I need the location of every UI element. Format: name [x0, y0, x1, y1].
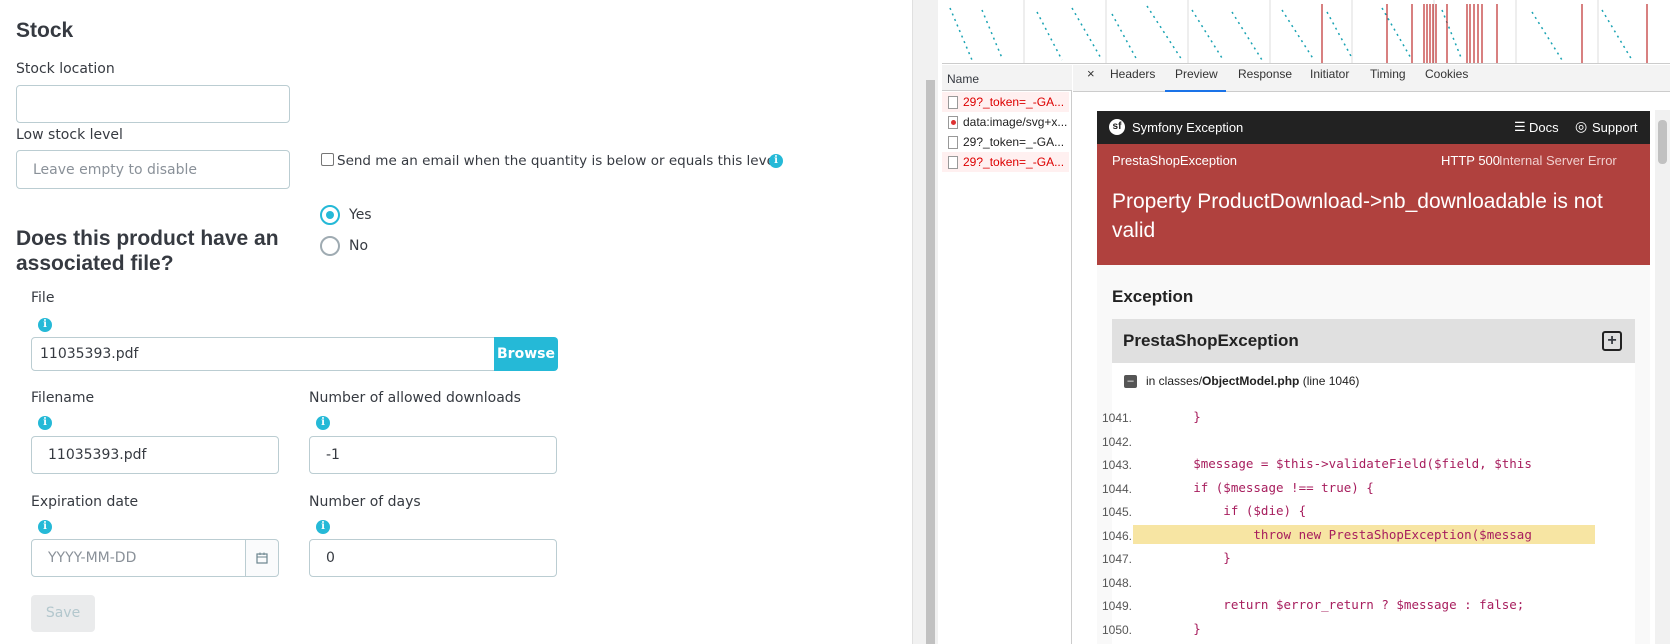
line-number: 1047. — [1101, 552, 1132, 566]
radio-yes[interactable] — [320, 205, 340, 225]
line-number: 1043. — [1101, 458, 1132, 472]
radio-yes-label[interactable]: Yes — [349, 207, 372, 223]
stock-location-input[interactable] — [16, 85, 290, 123]
name-column-header[interactable]: Name — [947, 72, 979, 86]
days-input[interactable]: 0 — [309, 539, 557, 577]
code-line: } — [1133, 550, 1231, 565]
exception-banner: PrestaShopException HTTP 500 Internal Se… — [1097, 144, 1650, 265]
expiration-date-input[interactable]: YYYY-MM-DD — [31, 539, 246, 577]
line-number: 1049. — [1101, 599, 1132, 613]
allowed-downloads-label: Number of allowed downloads — [309, 390, 521, 406]
code-line: throw new PrestaShopException($messag — [1133, 526, 1532, 542]
active-tab-indicator — [1165, 90, 1226, 92]
email-alert-label[interactable]: Send me an email when the quantity is be… — [337, 153, 779, 169]
file-label: File — [31, 290, 55, 306]
email-alert-checkbox[interactable] — [321, 153, 334, 166]
expiration-label: Expiration date — [31, 494, 139, 510]
code-line: if ($message !== true) { — [1133, 479, 1374, 495]
http-code: HTTP 500 — [1441, 153, 1501, 168]
exception-class: PrestaShopException — [1112, 153, 1238, 168]
tab-response[interactable]: Response — [1238, 67, 1292, 81]
collapse-icon[interactable]: – — [1124, 375, 1137, 388]
image-icon — [948, 116, 958, 129]
tab-timing[interactable]: Timing — [1370, 67, 1406, 81]
line-number: 1044. — [1101, 481, 1132, 496]
trace-header[interactable]: PrestaShopException + — [1112, 319, 1635, 363]
close-icon[interactable]: × — [1087, 66, 1095, 81]
browse-button[interactable]: Browse — [494, 337, 558, 371]
symfony-logo-icon: sf — [1109, 119, 1125, 135]
http-text: Internal Server Error — [1499, 153, 1617, 168]
request-list-header: Name — [942, 65, 1072, 91]
info-icon: i — [316, 520, 330, 534]
code-line: return $error_return ? $message : false; — [1133, 597, 1525, 612]
support-icon: ◎ — [1575, 118, 1588, 134]
line-number: 1048. — [1101, 575, 1132, 590]
request-row[interactable]: 29?_token=_-GA... — [942, 152, 1069, 172]
tab-initiator[interactable]: Initiator — [1310, 67, 1349, 81]
trace-title: PrestaShopException — [1123, 331, 1299, 350]
tab-preview[interactable]: Preview — [1175, 67, 1218, 81]
scrollbar-thumb[interactable] — [926, 80, 935, 644]
preview-scrollbar-thumb[interactable] — [1658, 120, 1667, 164]
request-name: data:image/svg+x... — [963, 115, 1068, 129]
filename-input[interactable]: 11035393.pdf — [31, 436, 279, 474]
document-icon — [948, 156, 958, 169]
support-link[interactable]: Support — [1592, 120, 1638, 135]
network-waterfall — [942, 0, 1670, 64]
docs-icon: ☰ — [1514, 119, 1526, 134]
preview-scrollbar[interactable] — [1655, 110, 1670, 644]
info-icon: i — [38, 416, 52, 430]
code-line: if ($die) { — [1133, 503, 1307, 518]
low-stock-label: Low stock level — [16, 127, 123, 143]
info-icon: i — [38, 520, 52, 534]
line-number: 1041. — [1101, 411, 1132, 425]
filename-label: Filename — [31, 390, 95, 406]
document-icon — [948, 136, 958, 149]
line-number: 1042. — [1101, 434, 1132, 449]
code-line: $message = $this->validateField($field, … — [1133, 456, 1532, 471]
code-line: } — [1133, 409, 1201, 424]
request-row[interactable]: data:image/svg+x... — [942, 112, 1069, 132]
request-name: 29?_token=_-GA... — [963, 135, 1065, 149]
calendar-icon — [256, 552, 268, 564]
request-row[interactable]: 29?_token=_-GA... — [942, 92, 1069, 112]
line-number: 1046. — [1101, 528, 1132, 543]
allowed-downloads-input[interactable]: -1 — [309, 436, 557, 474]
page-scrollbar[interactable] — [912, 0, 938, 644]
days-label: Number of days — [309, 494, 421, 510]
symfony-brand: Symfony Exception — [1132, 120, 1244, 135]
line-number: 1050. — [1101, 622, 1132, 637]
file-input[interactable]: 11035393.pdf — [31, 337, 495, 371]
symfony-header: sf Symfony Exception ☰ Docs ◎ Support — [1097, 111, 1650, 144]
info-icon: i — [316, 416, 330, 430]
expand-icon[interactable]: + — [1602, 331, 1622, 351]
code-line: } — [1133, 620, 1201, 636]
document-icon — [948, 96, 958, 109]
info-icon: i — [769, 154, 783, 168]
trace-location: in classes/ObjectModel.php (line 1046) — [1146, 374, 1360, 388]
docs-link[interactable]: Docs — [1529, 120, 1559, 135]
line-number: 1045. — [1101, 505, 1132, 519]
stock-location-label: Stock location — [16, 61, 115, 77]
info-icon: i — [38, 318, 52, 332]
request-row[interactable]: 29?_token=_-GA... — [942, 132, 1069, 152]
request-name: 29?_token=_-GA... — [963, 95, 1065, 109]
tab-cookies[interactable]: Cookies — [1425, 67, 1468, 81]
calendar-button[interactable] — [245, 539, 279, 577]
exception-message: Property ProductDownload->nb_downloadabl… — [1112, 190, 1603, 242]
stock-heading: Stock — [16, 19, 74, 42]
waterfall-graph — [949, 0, 1648, 63]
radio-no[interactable] — [320, 236, 340, 256]
file-question-heading: Does this product have an associated fil… — [16, 227, 279, 275]
exception-section-title: Exception — [1112, 287, 1194, 306]
tab-headers[interactable]: Headers — [1110, 67, 1155, 81]
low-stock-input[interactable]: Leave empty to disable — [16, 150, 290, 189]
save-button[interactable]: Save — [31, 595, 95, 632]
radio-no-label[interactable]: No — [349, 238, 368, 254]
request-name: 29?_token=_-GA... — [963, 155, 1065, 169]
